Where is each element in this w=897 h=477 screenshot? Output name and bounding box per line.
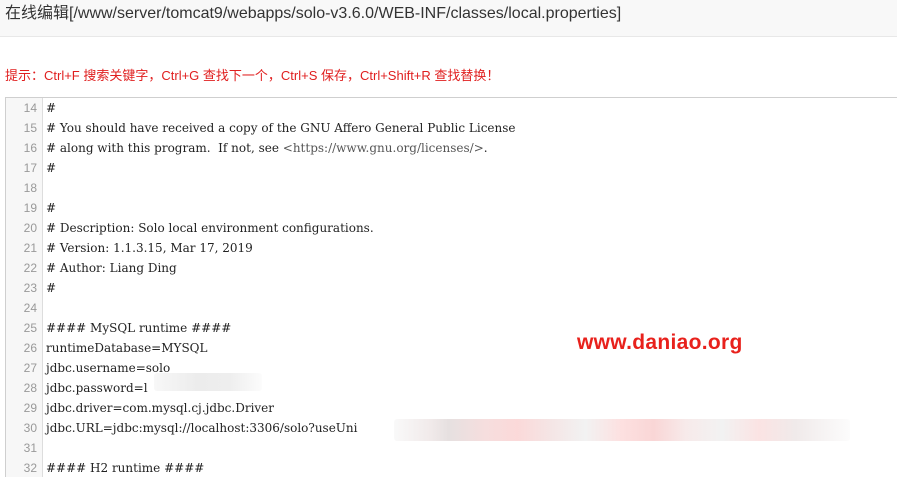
code-editor[interactable]: 14 #15 # You should have received a copy o… [5, 97, 897, 477]
line-code[interactable]: jdbc.username=solo [46, 358, 170, 378]
code-line[interactable]: 16 # along with this program. If not, see… [6, 138, 897, 158]
code-text: # [46, 281, 57, 295]
line-code[interactable]: runtimeDatabase=MYSQL [46, 338, 207, 358]
line-number: 27 [23, 361, 37, 375]
line-code[interactable]: # [46, 158, 56, 178]
code-text: jdbc.password=l [46, 381, 148, 395]
code-line[interactable]: 31 [6, 438, 897, 458]
line-number: 26 [23, 341, 37, 355]
line-code[interactable]: # Description: Solo local environment co… [46, 218, 374, 238]
code-text: jdbc.username=solo [46, 361, 171, 375]
license-url: <https://www.gnu.org/licenses/> [282, 141, 484, 155]
code-line[interactable]: 19 # [6, 198, 897, 218]
line-code[interactable]: # [46, 198, 56, 218]
code-text: #### H2 runtime #### [46, 461, 205, 475]
code-text: # [46, 161, 57, 175]
shortcut-hint: 提示：Ctrl+F 搜索关键字，Ctrl+G 查找下一个，Ctrl+S 保存，C… [5, 68, 500, 83]
line-number: 30 [23, 421, 37, 435]
code-text: # along with this program. If not, see [46, 141, 283, 155]
line-number: 15 [23, 121, 37, 135]
code-text-after: . [483, 141, 488, 155]
code-line[interactable]: 22 # Author: Liang Ding [6, 258, 897, 278]
line-number: 20 [23, 221, 37, 235]
line-number: 21 [23, 241, 37, 255]
line-code[interactable]: # [46, 278, 56, 298]
page-title: 在线编辑[/www/server/tomcat9/webapps/solo-v3… [5, 5, 622, 22]
title-bar: 在线编辑[/www/server/tomcat9/webapps/solo-v3… [0, 0, 897, 37]
code-text: runtimeDatabase=MYSQL [46, 341, 208, 355]
line-code[interactable]: # along with this program. If not, see <… [46, 138, 488, 158]
code-text: # You should have received a copy of the… [46, 121, 516, 135]
line-code[interactable]: # Version: 1.1.3.15, Mar 17, 2019 [46, 238, 253, 258]
line-number: 28 [23, 381, 37, 395]
redacted-password [154, 373, 262, 391]
line-number: 16 [23, 141, 37, 155]
code-line[interactable]: 25 #### MySQL runtime #### [6, 318, 897, 338]
line-code[interactable]: #### MySQL runtime #### [46, 318, 231, 338]
line-number: 32 [23, 461, 37, 475]
code-line[interactable]: 21 # Version: 1.1.3.15, Mar 17, 2019 [6, 238, 897, 258]
line-number: 25 [23, 321, 37, 335]
code-line[interactable]: 18 [6, 178, 897, 198]
line-code[interactable]: #### H2 runtime #### [46, 458, 204, 477]
code-line[interactable]: 26 runtimeDatabase=MYSQL [6, 338, 897, 358]
line-code[interactable]: # [46, 98, 56, 118]
code-line[interactable]: 20 # Description: Solo local environment … [6, 218, 897, 238]
code-line[interactable]: 15 # You should have received a copy of t… [6, 118, 897, 138]
code-text: # Description: Solo local environment co… [46, 221, 374, 235]
line-code[interactable]: jdbc.driver=com.mysql.cj.jdbc.Driver [46, 398, 274, 418]
line-number: 19 [23, 201, 37, 215]
line-number: 29 [23, 401, 37, 415]
line-code[interactable]: jdbc.password=l [46, 378, 148, 398]
line-number: 14 [23, 101, 37, 115]
code-line[interactable]: 24 [6, 298, 897, 318]
line-code[interactable]: # Author: Liang Ding [46, 258, 177, 278]
line-number: 17 [23, 161, 37, 175]
code-text: # [46, 101, 57, 115]
code-line[interactable]: 23 # [6, 278, 897, 298]
code-text: #### MySQL runtime #### [46, 321, 232, 335]
code-line[interactable]: 32 #### H2 runtime #### [6, 458, 897, 477]
line-number: 24 [23, 301, 37, 315]
code-text: # Author: Liang Ding [46, 261, 177, 275]
redacted-url [394, 419, 850, 441]
code-text: jdbc.driver=com.mysql.cj.jdbc.Driver [46, 401, 275, 415]
line-number: 22 [23, 261, 37, 275]
line-code[interactable]: jdbc.URL=jdbc:mysql://localhost:3306/sol… [46, 418, 357, 438]
line-number: 31 [23, 441, 37, 455]
code-line[interactable]: 14 # [6, 98, 897, 118]
code-text: # Version: 1.1.3.15, Mar 17, 2019 [46, 241, 253, 255]
code-text: jdbc.URL=jdbc:mysql://localhost:3306/sol… [46, 421, 358, 435]
code-line[interactable]: 27 jdbc.username=solo [6, 358, 897, 378]
code-line[interactable]: 17 # [6, 158, 897, 178]
code-line[interactable]: 29 jdbc.driver=com.mysql.cj.jdbc.Driver [6, 398, 897, 418]
code-text: # [46, 201, 57, 215]
code-line[interactable]: 28 jdbc.password=l [6, 378, 897, 398]
watermark: www.daniao.org [577, 331, 743, 354]
line-number: 18 [23, 181, 37, 195]
line-number: 23 [23, 281, 37, 295]
line-code[interactable]: # You should have received a copy of the… [46, 118, 516, 138]
